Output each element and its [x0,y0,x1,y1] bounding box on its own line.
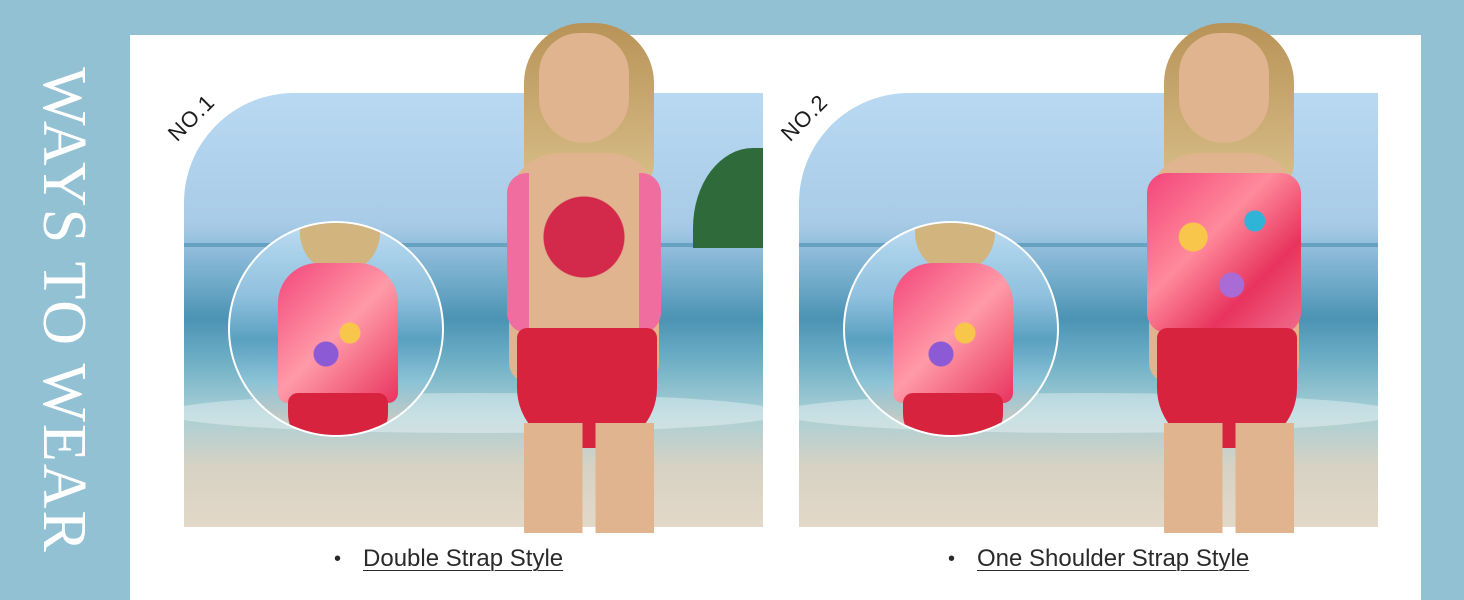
green-hill [693,148,763,248]
caption-link-one-shoulder[interactable]: One Shoulder Strap Style [977,545,1249,573]
bullet-icon: • [334,547,342,570]
ways-to-wear-heading: WAYS TO WEAR [29,66,98,554]
style-card-1 [184,23,763,533]
bullet-icon: • [948,547,956,570]
style-caption-1: • Double Strap Style [334,545,563,573]
side-title: WAYS TO WEAR [28,40,98,580]
caption-link-double-strap[interactable]: Double Strap Style [363,545,563,573]
style-caption-2: • One Shoulder Strap Style [948,545,1249,573]
model-figure-front-1 [469,23,699,533]
back-view-inset-2 [843,221,1059,437]
content-panel: NO.1 NO.2 • Double Strap Style • One Sho… [130,23,1421,600]
style-card-2 [799,23,1378,533]
model-figure-front-2 [1109,23,1339,533]
back-view-inset-1 [228,221,444,437]
